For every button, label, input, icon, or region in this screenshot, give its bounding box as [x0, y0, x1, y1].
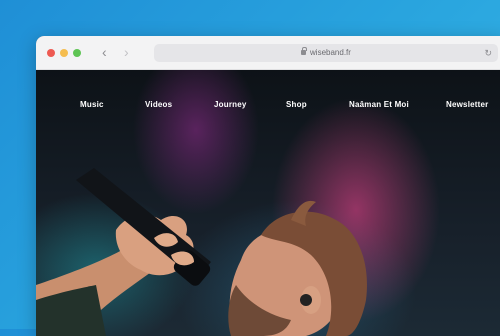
nav-item-journey[interactable]: Journey: [214, 98, 247, 112]
chevron-left-icon[interactable]: ‹: [102, 44, 107, 60]
browser-window: ‹ › wiseband.fr ↻ Music Videos Journey S…: [36, 36, 500, 336]
chevron-right-icon[interactable]: ›: [124, 44, 129, 60]
url-text: wiseband.fr: [310, 48, 351, 57]
lock-icon: [301, 47, 308, 55]
reload-icon[interactable]: ↻: [484, 47, 492, 59]
nav-item-newsletter[interactable]: Newsletter: [446, 98, 488, 112]
url-display: wiseband.fr: [154, 44, 498, 62]
main-navigation: Music Videos Journey Shop Naâman Et Moi …: [36, 98, 500, 112]
address-bar[interactable]: wiseband.fr ↻: [154, 44, 498, 62]
close-window-button[interactable]: [47, 49, 55, 57]
minimize-window-button[interactable]: [60, 49, 68, 57]
nav-item-shop[interactable]: Shop: [286, 98, 307, 112]
nav-item-music[interactable]: Music: [80, 98, 104, 112]
nav-item-naaman-et-moi[interactable]: Naâman Et Moi: [349, 98, 409, 112]
maximize-window-button[interactable]: [73, 49, 81, 57]
nav-item-videos[interactable]: Videos: [145, 98, 172, 112]
browser-toolbar: ‹ › wiseband.fr ↻: [36, 36, 500, 70]
